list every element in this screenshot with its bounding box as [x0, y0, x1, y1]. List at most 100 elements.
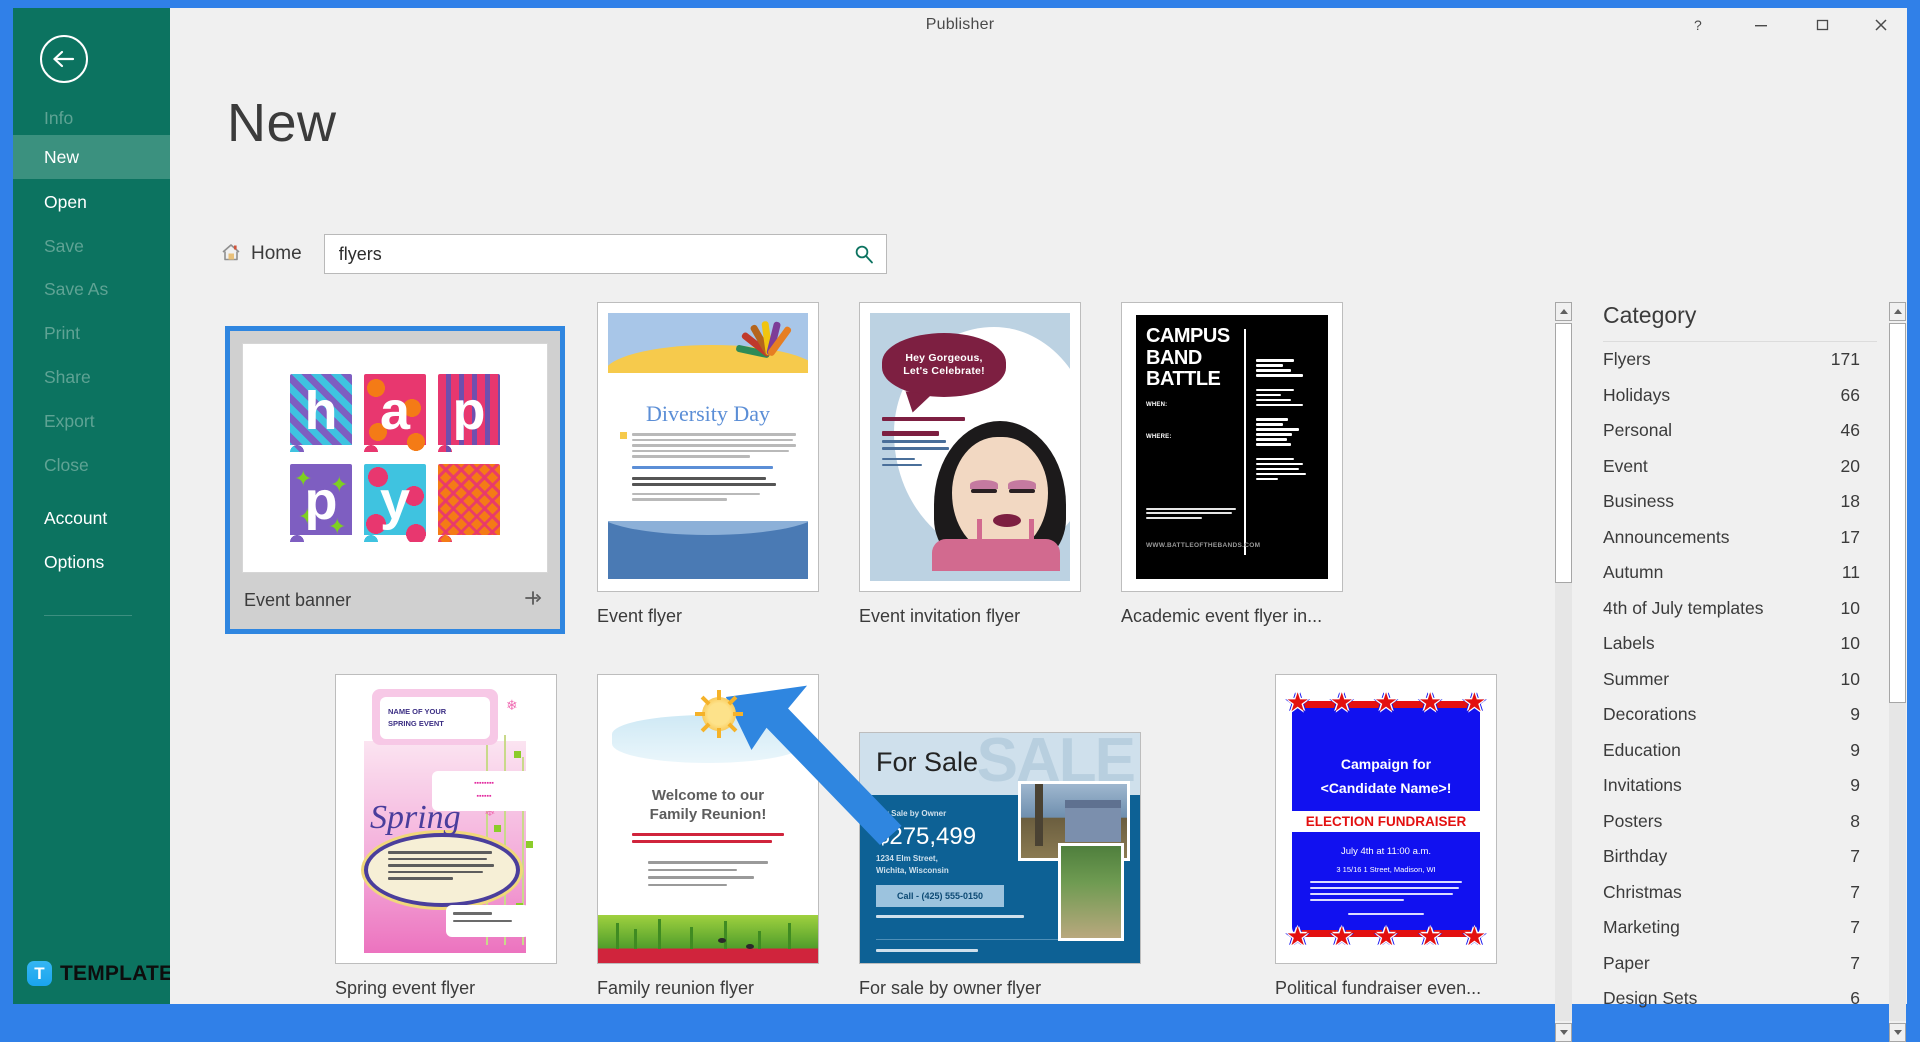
gallery-scroll-down-button[interactable] [1555, 1023, 1572, 1042]
search-box[interactable] [324, 234, 887, 274]
main-content: New Home [170, 44, 1907, 1004]
category-count: 7 [1850, 882, 1860, 903]
category-row[interactable]: Summer10 [1590, 662, 1890, 698]
category-row[interactable]: Business18 [1590, 484, 1890, 520]
category-count: 7 [1850, 917, 1860, 938]
category-label: Labels [1603, 633, 1655, 654]
sidebar-item-label: Save [44, 236, 84, 257]
banner-letter-cell: p [438, 374, 500, 452]
home-button[interactable]: Home [220, 241, 302, 268]
search-row: Home [220, 234, 887, 274]
gallery-scroll-up-button[interactable] [1555, 302, 1572, 321]
sidebar-item-close[interactable]: Close [13, 443, 170, 487]
category-row[interactable]: Labels10 [1590, 626, 1890, 662]
art-call-box: Call - (425) 555-0150 [876, 885, 1004, 907]
category-scrollbar[interactable] [1889, 302, 1906, 1042]
sidebar-item-label: Print [44, 323, 80, 344]
app-root: Publisher ? Sign in Info [0, 0, 1920, 1019]
sidebar-item-label: Save As [44, 279, 108, 300]
category-label: Flyers [1603, 349, 1651, 370]
gallery-scroll-thumb[interactable] [1555, 323, 1572, 583]
category-row[interactable]: Education9 [1590, 733, 1890, 769]
art-address: 1234 Elm Street, Wichita, Wisconsin [876, 853, 949, 877]
category-row[interactable]: Design Sets6 [1590, 981, 1890, 1017]
search-icon[interactable] [852, 242, 876, 266]
sidebar-item-print[interactable]: Print [13, 311, 170, 355]
category-scroll-down-button[interactable] [1889, 1023, 1906, 1042]
template-caption: Spring event flyer [335, 978, 557, 999]
template-tile-event-banner[interactable]: h a p ✦✦✦✦ p y Event banner [225, 326, 565, 634]
template-gallery: h a p ✦✦✦✦ p y Event banner [225, 302, 1705, 1002]
category-row[interactable]: Autumn 11 [1590, 555, 1890, 591]
maximize-button[interactable] [1801, 12, 1845, 38]
category-row[interactable]: Invitations9 [1590, 768, 1890, 804]
category-row[interactable]: Holidays66 [1590, 378, 1890, 414]
template-tile-for-sale-by-owner-flyer[interactable]: SALE For Sale For Sale by Owner $275,499… [859, 674, 1141, 999]
category-row[interactable]: Announcements17 [1590, 520, 1890, 556]
category-row[interactable]: Christmas 7 [1590, 875, 1890, 911]
category-count: 9 [1850, 704, 1860, 725]
back-arrow-icon[interactable] [40, 35, 88, 83]
sidebar-item-options[interactable]: Options [13, 540, 170, 584]
close-button[interactable] [1859, 12, 1903, 38]
help-button[interactable]: ? [1677, 12, 1721, 38]
category-list: Flyers171Holidays66Personal46Event20Busi… [1590, 342, 1890, 1017]
sidebar-item-info[interactable]: Info [13, 96, 170, 140]
sidebar-item-open[interactable]: Open [13, 180, 170, 224]
art-heading: Campaign for <Candidate Name>! [1276, 753, 1496, 801]
template-tile-political-fundraiser-flyer[interactable]: ★★★★★ Campaign for <Candidate Name>! ELE… [1275, 674, 1497, 999]
sidebar-item-save[interactable]: Save [13, 224, 170, 268]
minimize-button[interactable] [1739, 12, 1783, 38]
fan-decoration [734, 311, 804, 355]
spring-footer-box [446, 905, 530, 937]
window-title: Publisher [13, 16, 1907, 34]
watermark-brand: TEMPLATE [60, 962, 173, 985]
sidebar-item-label: Options [44, 552, 104, 573]
category-label: Autumn [1603, 562, 1663, 583]
category-count: 7 [1850, 953, 1860, 974]
template-thumbnail: ★★★★★ Campaign for <Candidate Name>! ELE… [1275, 674, 1497, 964]
banner-letter-cell: h [290, 374, 352, 452]
template-tile-event-flyer[interactable]: Diversity Day [597, 302, 819, 627]
category-count: 11 [1842, 562, 1860, 583]
template-caption: Event invitation flyer [859, 606, 1081, 627]
speech-bubble: Hey Gorgeous, Let's Celebrate! [882, 333, 1006, 397]
sidebar-item-new[interactable]: New [13, 135, 170, 179]
category-row[interactable]: Decorations9 [1590, 697, 1890, 733]
category-scroll-thumb[interactable] [1889, 323, 1906, 703]
template-tile-family-reunion-flyer[interactable]: Welcome to our Family Reunion! [597, 674, 819, 999]
category-row[interactable]: 4th of July templates10 [1590, 591, 1890, 627]
template-tile-academic-event-flyer[interactable]: CAMPUS BAND BATTLE WHEN: WHERE: [1121, 302, 1343, 627]
sidebar-item-label: Share [44, 367, 91, 388]
category-panel: Category Flyers171Holidays66Personal46Ev… [1590, 302, 1890, 1042]
category-count: 6 [1850, 988, 1860, 1009]
search-input[interactable] [325, 236, 825, 272]
category-row[interactable]: Event20 [1590, 449, 1890, 485]
bubble-line-2: Let's Celebrate! [903, 365, 985, 378]
sidebar-item-export[interactable]: Export [13, 399, 170, 443]
svg-text:?: ? [1694, 17, 1702, 33]
category-scroll-up-button[interactable] [1889, 302, 1906, 321]
template-tile-spring-event-flyer[interactable]: ❄ ❄ ❄ [335, 674, 557, 999]
category-row[interactable]: Flyers171 [1590, 342, 1890, 378]
art-price: $275,499 [876, 823, 976, 851]
category-row[interactable]: Posters8 [1590, 804, 1890, 840]
gallery-scrollbar[interactable] [1555, 302, 1572, 1042]
category-row[interactable]: Personal46 [1590, 413, 1890, 449]
category-count: 17 [1841, 527, 1860, 548]
category-count: 9 [1850, 775, 1860, 796]
category-row[interactable]: Birthday7 [1590, 839, 1890, 875]
sidebar-item-share[interactable]: Share [13, 355, 170, 399]
template-tile-event-invitation-flyer[interactable]: Hey Gorgeous, Let's Celebrate! [859, 302, 1081, 627]
spring-name-box: NAME OF YOUR SPRING EVENT [380, 697, 490, 739]
category-label: Christmas [1603, 882, 1682, 903]
sidebar-item-account[interactable]: Account [13, 496, 170, 540]
sidebar-item-save-as[interactable]: Save As [13, 267, 170, 311]
pin-icon[interactable] [522, 589, 542, 612]
category-label: Event [1603, 456, 1648, 477]
art-line-1: NAME OF YOUR [388, 706, 490, 718]
template-net-logo-icon: T [27, 961, 52, 986]
category-row[interactable]: Paper7 [1590, 946, 1890, 982]
category-row[interactable]: Marketing7 [1590, 910, 1890, 946]
banner-letter: y [380, 474, 410, 528]
